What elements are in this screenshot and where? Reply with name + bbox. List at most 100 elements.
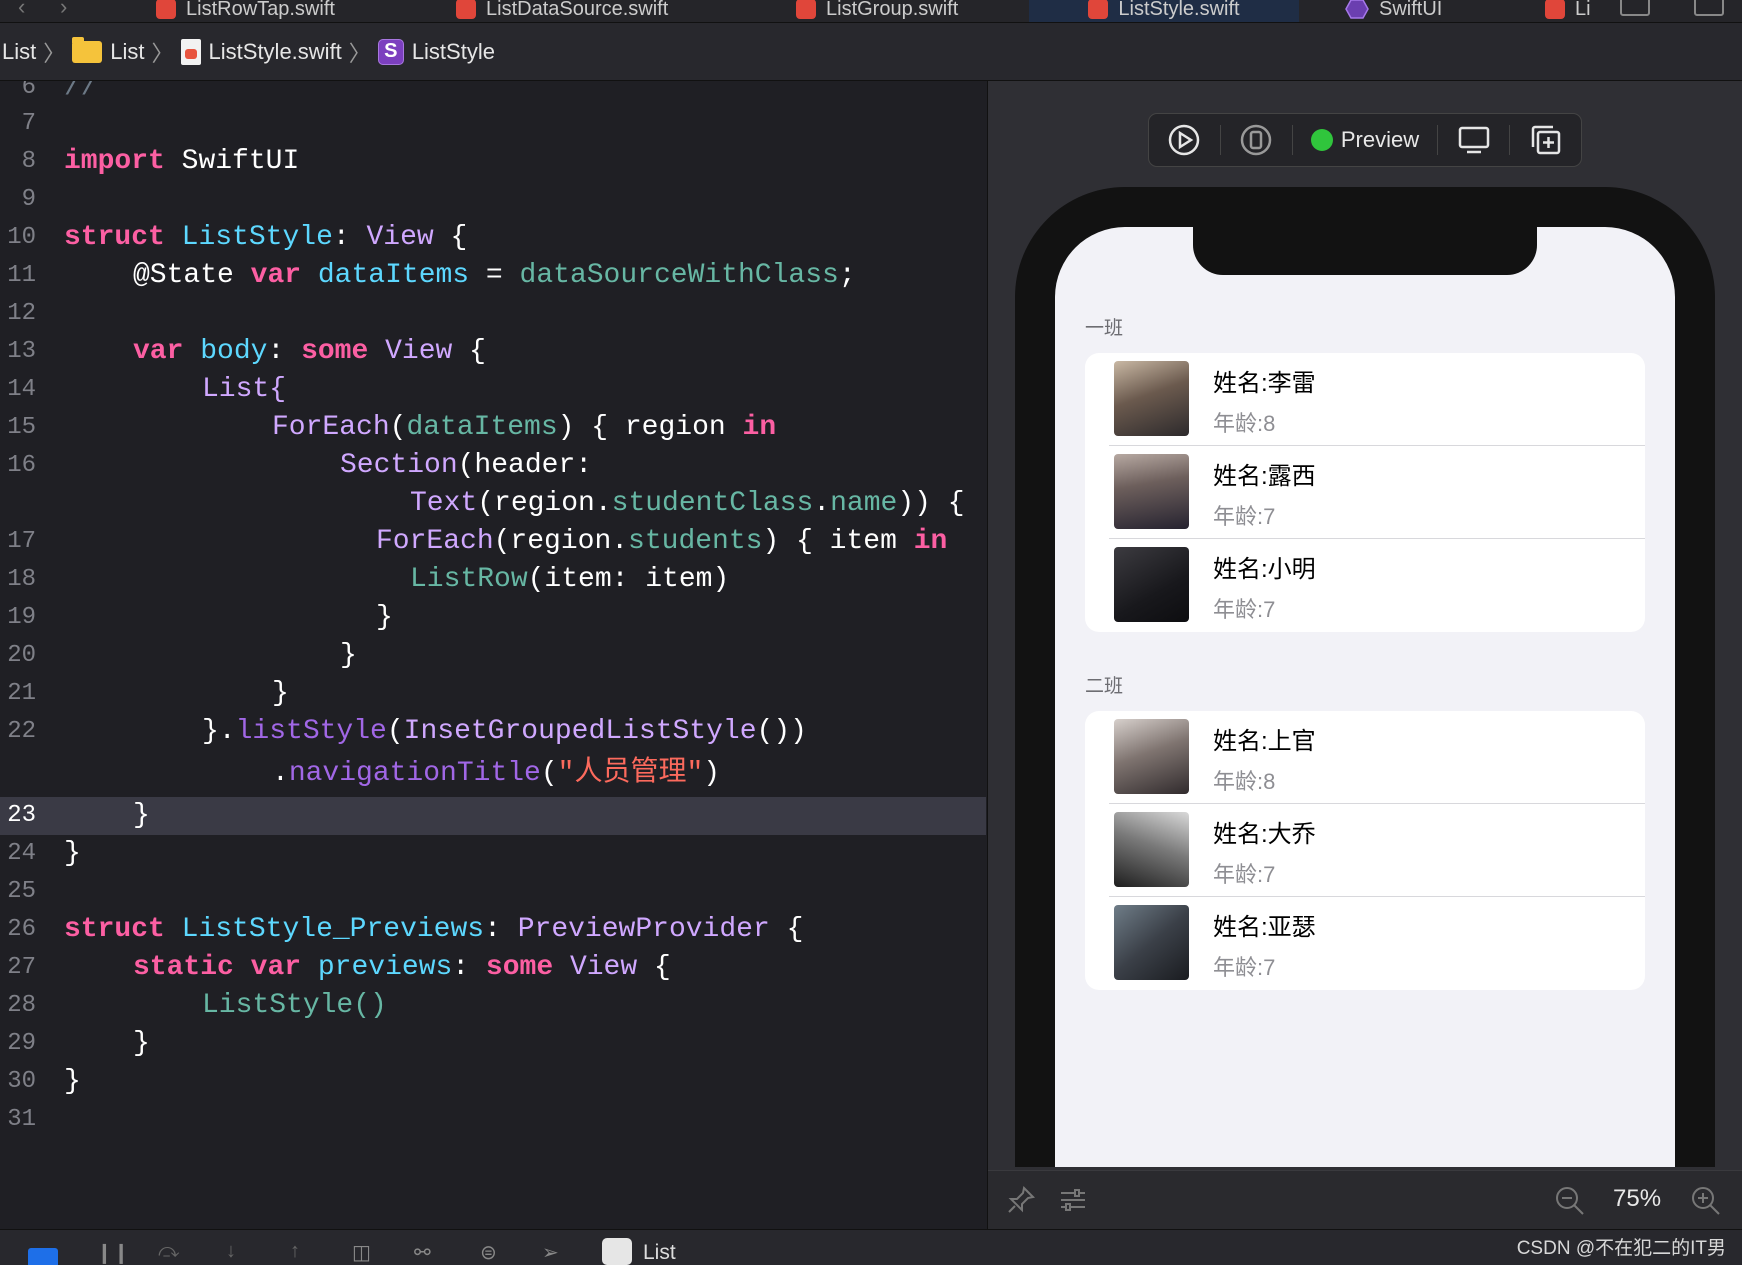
breadcrumb-project[interactable]: List [2,39,36,65]
split-editor-icon[interactable] [1620,0,1650,16]
tab-liststyle[interactable]: ListStyle.swift [1029,0,1299,22]
code-line: 11 @State var dataItems = dataSourceWith… [7,260,856,291]
tab-listdatasource[interactable]: ListDataSource.swift [456,0,668,22]
step-out-icon[interactable]: ↑ [290,1240,300,1263]
memory-graph-icon[interactable]: ⚯ [414,1240,431,1265]
code-line: 24 } [7,838,81,869]
swift-file-icon [796,0,816,19]
folder-icon [72,36,103,63]
iphone-frame: 一班 姓名:李雷 年龄:8 姓名:露西 年龄:7 姓名:小明 年龄:7 二班 姓… [1015,187,1715,1167]
breakpoints-toggle-icon[interactable] [28,1248,58,1265]
breadcrumb-folder[interactable]: List [72,36,145,65]
zoom-in-icon[interactable] [1690,1185,1722,1217]
code-line: 6 // [21,81,98,103]
list-row[interactable]: 姓名:大乔 年龄:7 [1085,804,1645,897]
code-line: 7 [21,110,36,137]
code-line: 21 } [7,678,289,709]
code-line: 12 [7,300,36,327]
code-line: 8 import SwiftUI [21,146,300,177]
add-editor-icon[interactable] [1694,0,1724,16]
list-row[interactable]: 姓名:李雷 年龄:8 [1085,353,1645,446]
tab-li[interactable]: Li [1545,0,1591,22]
code-line: 20 } [7,640,357,671]
chevron-right-icon: 〉 [348,40,371,66]
debug-scheme-label[interactable]: List [643,1241,676,1265]
swift-file-icon [456,0,476,19]
play-circle-icon [1169,124,1200,156]
avatar [1114,454,1189,529]
current-code-line: 23 } [0,797,986,835]
step-into-icon[interactable]: ↓ [226,1240,236,1263]
breadcrumb-file[interactable]: ListStyle.swift [180,38,342,65]
live-preview-button[interactable] [1149,114,1220,166]
duplicate-preview-button[interactable] [1510,114,1581,166]
debug-bar: ❙❙ ⤼ ↓ ↑ ◫ ⚯ ⊜ ➢ List [0,1229,1742,1265]
code-line: 29 } [7,1028,150,1059]
preview-toolbar: Preview [1148,113,1582,167]
source-editor[interactable]: 6 // 7 8 import SwiftUI 9 10 struct List… [0,81,986,1229]
pin-icon[interactable] [1006,1185,1036,1215]
swiftui-hex-icon [1345,0,1369,19]
environment-overrides-icon[interactable]: ⊜ [480,1240,497,1265]
list-row[interactable]: 姓名:亚瑟 年龄:7 [1085,897,1645,990]
code-line: 19 } [7,602,393,633]
forward-arrow-icon[interactable]: › [60,0,67,20]
jump-bar: List 〉 List 〉 ListStyle.swift 〉 S ListSty… [0,23,1742,81]
avatar [1114,812,1189,887]
code-line: 22 }.listStyle(InsetGroupedListStyle()) [7,716,807,747]
struct-icon: S [377,38,404,65]
notch [1193,227,1537,275]
app-icon [602,1238,632,1265]
code-line: 14 List{ [7,374,287,405]
canvas-bottom-bar: 75% [988,1170,1742,1229]
view-hierarchy-icon[interactable]: ◫ [352,1240,371,1265]
code-line: .navigationTitle("人员管理") [272,758,721,789]
step-over-icon[interactable]: ⤼ [158,1240,179,1263]
section-header: 一班 [1085,318,1124,339]
zoom-out-icon[interactable] [1554,1185,1586,1217]
list-row[interactable]: 姓名:小明 年龄:7 [1085,539,1645,632]
swift-file-icon [1545,0,1565,19]
code-line: Text(region.studentClass.name)) { [410,488,965,519]
list-section: 姓名:李雷 年龄:8 姓名:露西 年龄:7 姓名:小明 年龄:7 [1085,353,1645,632]
list-row[interactable]: 姓名:上官 年龄:8 [1085,711,1645,804]
swift-file-icon [1088,0,1109,19]
code-line: 15 ForEach(dataItems) { region in [7,412,777,443]
code-line: 28 ListStyle() [7,990,387,1021]
tab-listrowtap[interactable]: ListRowTap.swift [156,0,335,22]
pause-icon[interactable]: ❙❙ [96,1240,130,1265]
code-line: 31 [7,1106,36,1133]
breadcrumb-symbol[interactable]: S ListStyle [377,38,495,65]
tab-listgroup[interactable]: ListGroup.swift [796,0,958,22]
swift-file-icon [156,0,176,19]
device-circle-icon [1241,124,1272,156]
preview-status[interactable]: Preview [1293,127,1437,153]
iphone-screen[interactable]: 一班 姓名:李雷 年龄:8 姓名:露西 年龄:7 姓名:小明 年龄:7 二班 姓… [1055,227,1675,1167]
location-icon[interactable]: ➢ [542,1240,559,1265]
duplicate-plus-icon [1531,125,1560,155]
tab-swiftui[interactable]: SwiftUI [1345,0,1442,22]
code-line: 25 [7,878,36,905]
inspect-preview-button[interactable] [1438,114,1509,166]
preview-on-device-button[interactable] [1221,114,1292,166]
list-section: 姓名:上官 年龄:8 姓名:大乔 年龄:7 姓名:亚瑟 年龄:7 [1085,711,1645,990]
status-dot-icon [1310,129,1333,151]
code-line: 13 var body: some View { [7,336,486,367]
back-arrow-icon[interactable]: ‹ [18,0,25,20]
chevron-right-icon: 〉 [43,40,66,66]
watermark: CSDN @不在犯二的IT男 [1516,1238,1726,1259]
code-line: 10 struct ListStyle: View { [7,222,468,253]
zoom-level[interactable]: 75% [1613,1185,1661,1213]
list-row[interactable]: 姓名:露西 年龄:7 [1085,446,1645,539]
avatar [1114,905,1189,980]
code-line: 9 [21,186,36,213]
code-line: 18 ListRow(item: item) [7,564,730,595]
settings-sliders-icon[interactable] [1058,1185,1088,1215]
preview-canvas: Preview 一班 姓名:李雷 年龄:8 姓名:露西 年龄:7 姓名:小明 年… [987,81,1742,1229]
code-line: 16 Section(header: [7,450,593,481]
code-line: 30 } [7,1066,81,1097]
code-line: 17 ForEach(region.students) { item in [7,526,948,557]
section-header: 二班 [1085,676,1124,697]
swift-file-icon [180,38,201,65]
avatar [1114,719,1189,794]
